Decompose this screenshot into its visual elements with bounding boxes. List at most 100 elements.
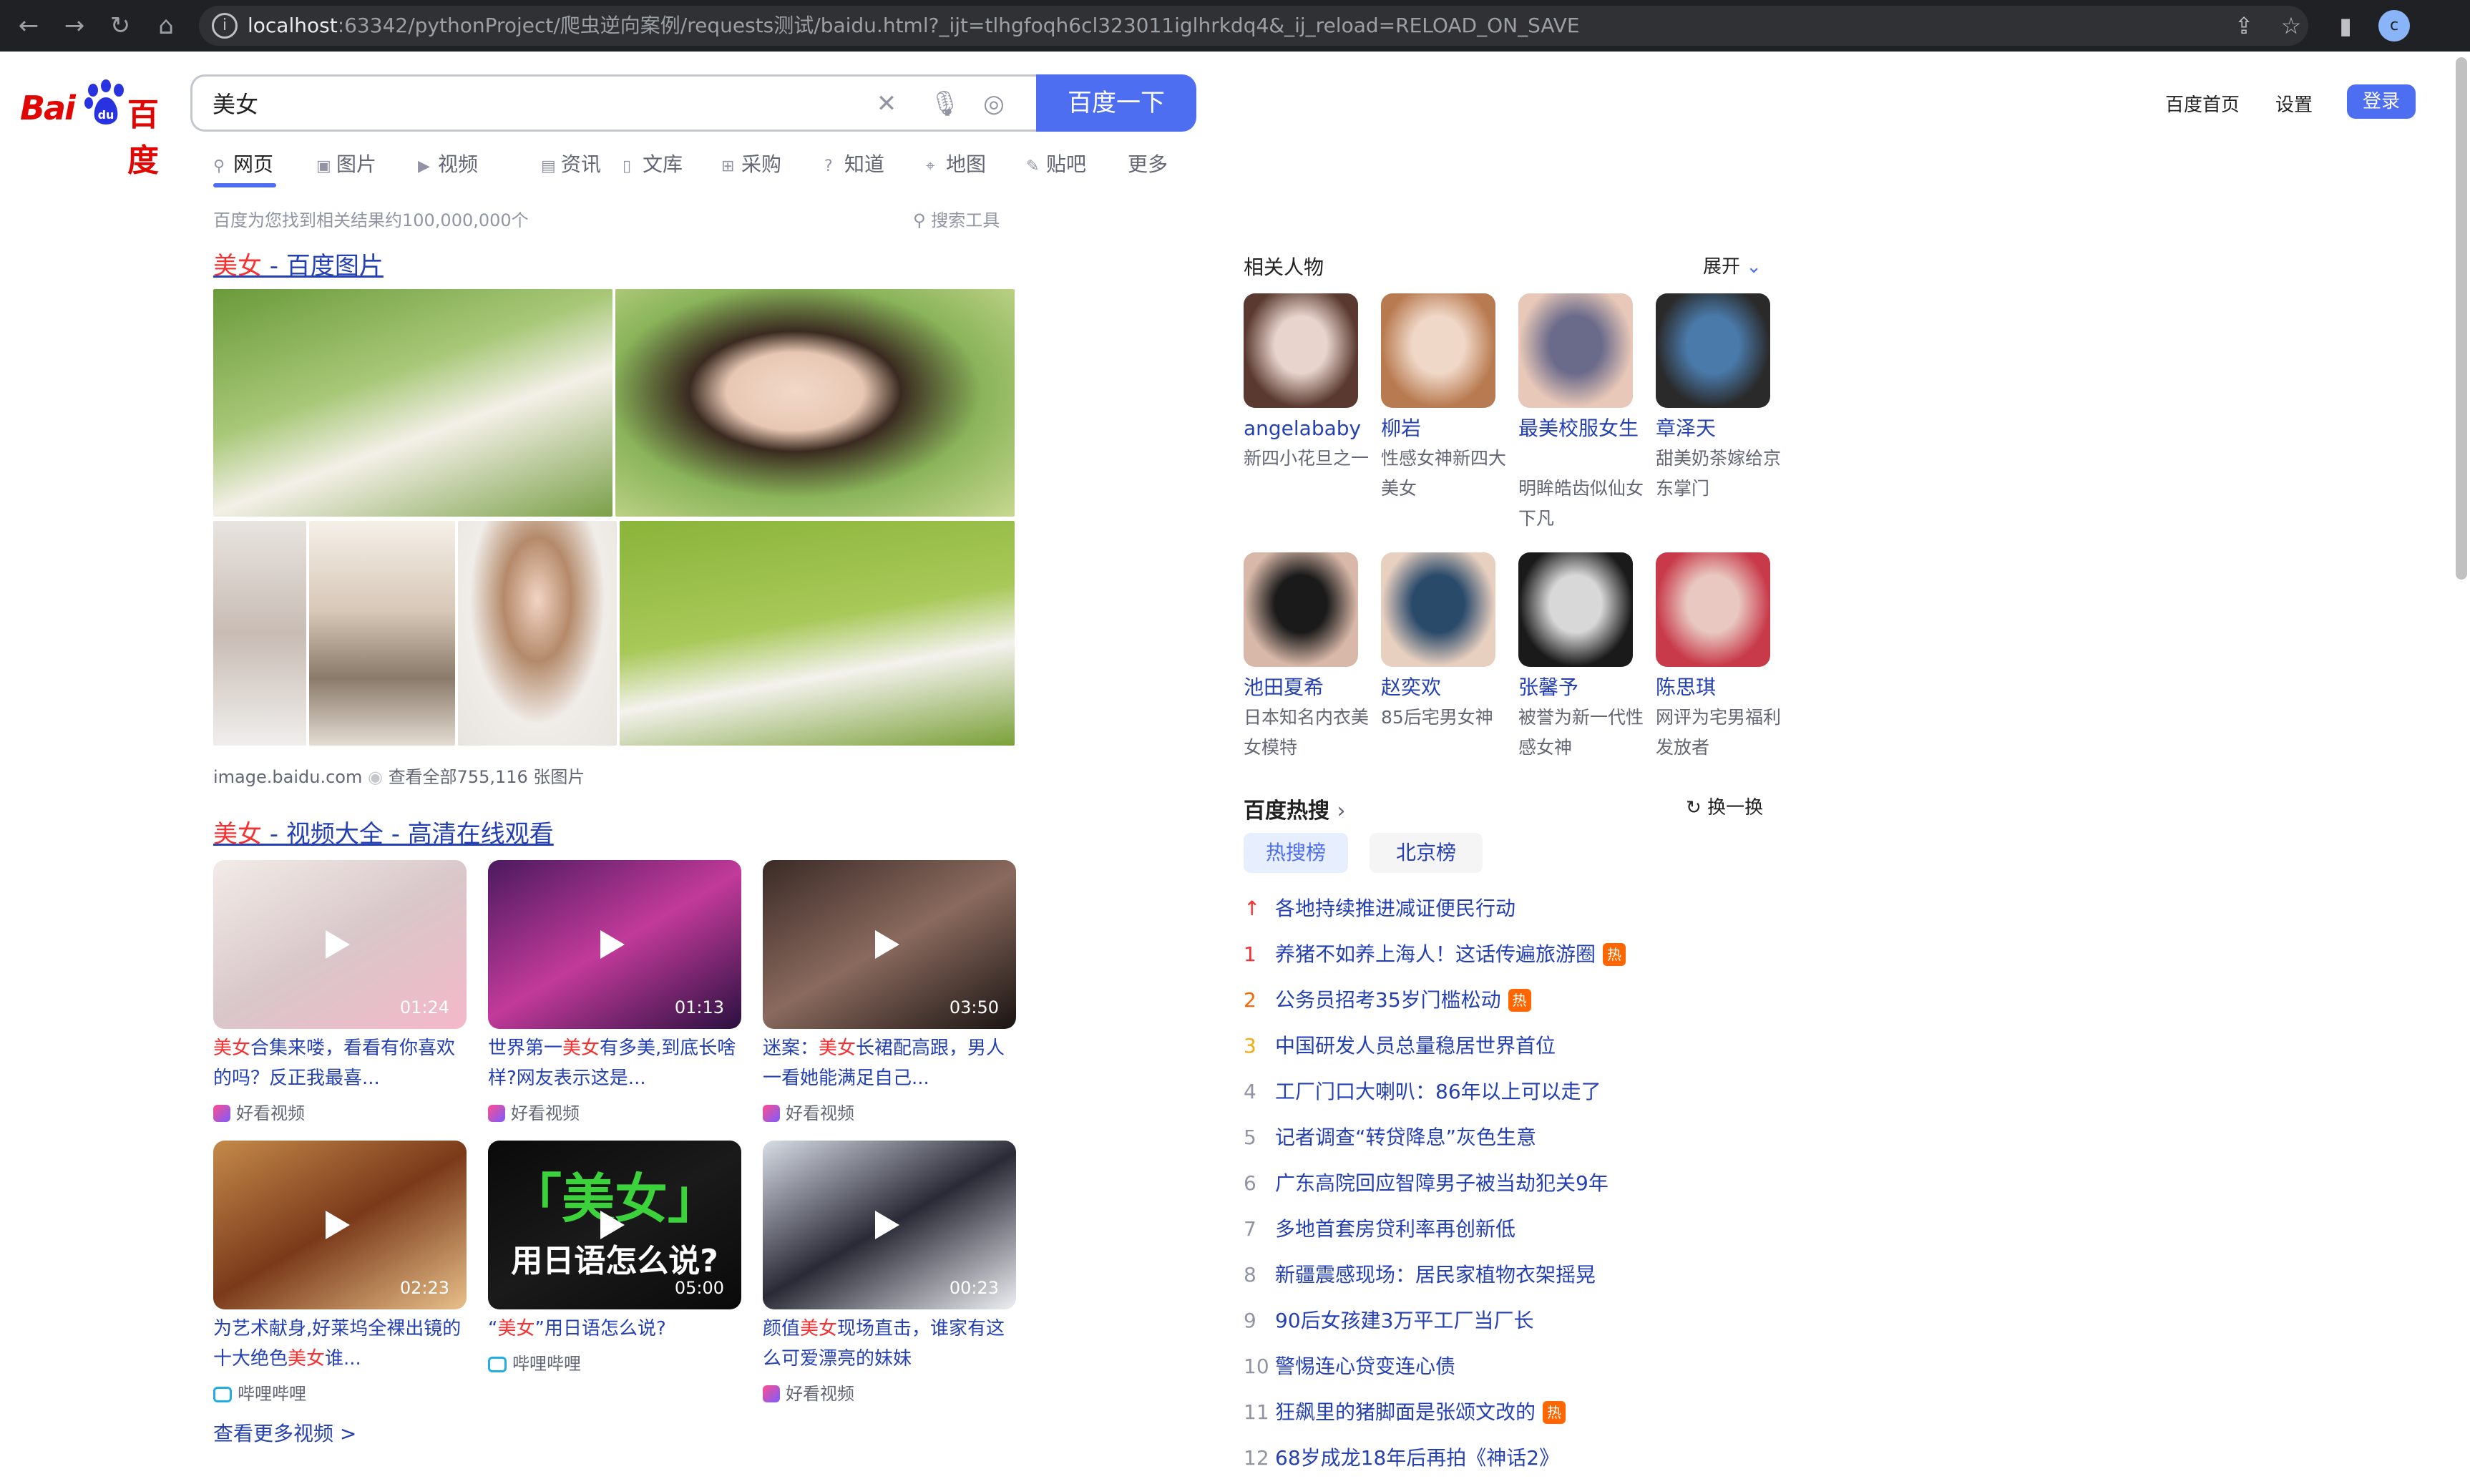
url-text[interactable]: localhost:63342/pythonProject/爬虫逆向案例/req… [248, 6, 1580, 46]
tab-0[interactable]: ⚲ 网页 [213, 149, 273, 177]
tab-label: 资讯 [561, 152, 602, 176]
site-info-icon[interactable]: i [212, 13, 238, 39]
result-image[interactable] [615, 289, 1015, 517]
person-photo[interactable] [1381, 293, 1495, 408]
tab-7[interactable]: ⌖ 地图 [926, 149, 986, 177]
forward-icon[interactable]: → [59, 10, 90, 42]
refresh-icon: ↻ [1686, 797, 1702, 819]
video-thumbnail[interactable]: 00:23 [763, 1141, 1016, 1309]
search-button[interactable]: 百度一下 [1036, 74, 1196, 132]
tab-9[interactable]: 更多 [1128, 149, 1168, 177]
person-photo[interactable] [1656, 293, 1770, 408]
search-input[interactable] [213, 77, 856, 130]
video-title[interactable]: 为艺术献身,好莱坞全裸出镜的十大绝色美女谁... [213, 1314, 471, 1374]
hot-search-title[interactable]: 百度热搜 › [1244, 793, 1345, 824]
video-title[interactable]: 美女合集来喽，看看有你喜欢的吗？反正我最喜... [213, 1033, 471, 1093]
hot-search-item[interactable]: 2 公务员招考35岁门槛松动热 [1244, 985, 1531, 1013]
hot-search-item[interactable]: 1 养猪不如养上海人！这话传遍旅游圈热 [1244, 939, 1626, 967]
video-thumbnail[interactable]: 01:24 [213, 860, 467, 1029]
hot-search-item[interactable]: 10 警惕连心贷变连心债 [1244, 1351, 1455, 1380]
person-name[interactable]: 陈思琪 [1656, 673, 1782, 703]
hot-search-item[interactable]: 5 记者调查“转贷降息”灰色生意 [1244, 1122, 1536, 1151]
login-button[interactable]: 登录 [2347, 84, 2416, 119]
hot-tab-beijing[interactable]: 北京榜 [1370, 833, 1483, 873]
reload-icon[interactable]: ↻ [104, 10, 136, 42]
tab-4[interactable]: ▯ 文库 [623, 149, 683, 177]
video-source: 哔哩哔哩 [213, 1380, 306, 1405]
profile-avatar[interactable]: c [2378, 10, 2410, 42]
person-name[interactable]: 柳岩 [1381, 414, 1507, 444]
result-image[interactable] [213, 521, 306, 746]
person-photo[interactable] [1244, 293, 1358, 408]
expand-button[interactable]: 展开 ⌄ [1703, 252, 1762, 278]
settings-link[interactable]: 设置 [2275, 90, 2313, 117]
camera-icon[interactable]: ◎ [980, 89, 1008, 118]
person-photo[interactable] [1518, 552, 1633, 667]
more-videos-link[interactable]: 查看更多视频 > [213, 1418, 356, 1447]
hot-search-item[interactable]: 7 多地首套房贷利率再创新低 [1244, 1214, 1515, 1242]
baidu-home-link[interactable]: 百度首页 [2165, 90, 2240, 117]
home-icon[interactable]: ⌂ [150, 10, 182, 42]
search-tools-button[interactable]: ⚲ 搜索工具 [913, 206, 1000, 231]
person-name[interactable]: 章泽天 [1656, 414, 1782, 444]
result-image[interactable] [620, 521, 1015, 746]
clear-icon[interactable]: ✕ [872, 89, 901, 118]
tab-5[interactable]: ⊞ 采购 [721, 149, 781, 177]
hot-search-item[interactable]: 3 中国研发人员总量稳居世界首位 [1244, 1030, 1556, 1059]
hot-search-item[interactable]: 9 90后女孩建3万平工厂当厂长 [1244, 1305, 1533, 1334]
person-photo[interactable] [1518, 293, 1633, 408]
video-title[interactable]: “美女”用日语怎么说? [488, 1314, 746, 1344]
microphone-icon[interactable]: 🎙 [929, 89, 960, 118]
video-title[interactable]: 世界第一美女有多美,到底长啥样?网友表示这是... [488, 1033, 746, 1093]
person-name[interactable]: 张馨予 [1518, 673, 1644, 703]
hot-search-item[interactable]: 4 工厂门口大喇叭：86年以上可以走了 [1244, 1076, 1601, 1105]
hot-search-item[interactable]: ↑ 各地持续推进减证便民行动 [1244, 893, 1515, 922]
hot-search-item[interactable]: 8 新疆震感现场：居民家植物衣架摇晃 [1244, 1259, 1596, 1288]
tab-8[interactable]: ✎ 贴吧 [1026, 149, 1086, 177]
video-thumbnail[interactable]: 01:13 [488, 860, 741, 1029]
person-description: 日本知名内衣美女模特 [1244, 707, 1370, 758]
tab-label: 采购 [741, 152, 782, 176]
image-result-title[interactable]: 美女 - 百度图片 [213, 246, 384, 281]
tab-label: 地图 [946, 152, 987, 176]
video-thumbnail[interactable]: 02:23 [213, 1141, 467, 1309]
hot-item-text: 广东高院回应智障男子被当劫犯关9年 [1275, 1171, 1609, 1195]
hot-tab-trending[interactable]: 热搜榜 [1244, 833, 1348, 873]
person-name[interactable]: 最美校服女生 [1518, 414, 1644, 444]
video-thumbnail[interactable]: 「美女」 用日语怎么说? 05:00 [488, 1141, 741, 1309]
video-thumbnail[interactable]: 03:50 [763, 860, 1016, 1029]
tab-1[interactable]: ▣ 图片 [316, 149, 376, 177]
hot-rank: 12 [1244, 1446, 1269, 1470]
refresh-button[interactable]: ↻ 换一换 [1686, 793, 1763, 819]
side-panel-icon[interactable]: ▮ [2330, 10, 2361, 42]
result-image[interactable] [309, 521, 455, 746]
address-bar[interactable]: i localhost:63342/pythonProject/爬虫逆向案例/r… [199, 6, 2308, 46]
person-photo[interactable] [1381, 552, 1495, 667]
share-icon[interactable]: ⇪ [2228, 10, 2260, 42]
person-photo[interactable] [1656, 552, 1770, 667]
video-result-title[interactable]: 美女 - 视频大全 - 高清在线观看 [213, 814, 554, 849]
tab-3[interactable]: ▤ 资讯 [541, 149, 601, 177]
tab-6[interactable]: ? 知道 [824, 149, 884, 177]
person-name[interactable]: 池田夏希 [1244, 673, 1370, 703]
video-source-label: 好看视频 [236, 1103, 305, 1123]
bookmark-star-icon[interactable]: ☆ [2275, 10, 2307, 42]
video-title[interactable]: 颜值美女现场直击，谁家有这么可爱漂亮的妹妹 [763, 1314, 1020, 1374]
baidu-logo[interactable]: Bai du 百度 [20, 77, 170, 179]
play-icon [326, 930, 350, 959]
hot-search-item[interactable]: 12 68岁成龙18年后再拍《神话2》 [1244, 1442, 1559, 1471]
person-name[interactable]: angelababy [1244, 414, 1370, 444]
tab-2[interactable]: ▶ 视频 [418, 149, 478, 177]
person-photo[interactable] [1244, 552, 1358, 667]
hot-search-item[interactable]: 11 狂飙里的猪脚面是张颂文改的热 [1244, 1397, 1566, 1425]
hot-search-item[interactable]: 6 广东高院回应智障男子被当劫犯关9年 [1244, 1168, 1609, 1196]
view-all-images-link[interactable]: 查看全部755,116 张图片 [389, 767, 585, 787]
video-title-highlight: 美女 [288, 1348, 326, 1370]
back-icon[interactable]: ← [13, 10, 44, 42]
video-title[interactable]: 迷案：美女长裙配高跟，男人一看她能满足自己... [763, 1033, 1020, 1093]
hot-badge: 热 [1543, 1401, 1566, 1424]
scrollbar-thumb[interactable] [2456, 57, 2467, 580]
person-name[interactable]: 赵奕欢 [1381, 673, 1507, 703]
result-image[interactable] [213, 289, 612, 517]
result-image[interactable] [458, 521, 617, 746]
